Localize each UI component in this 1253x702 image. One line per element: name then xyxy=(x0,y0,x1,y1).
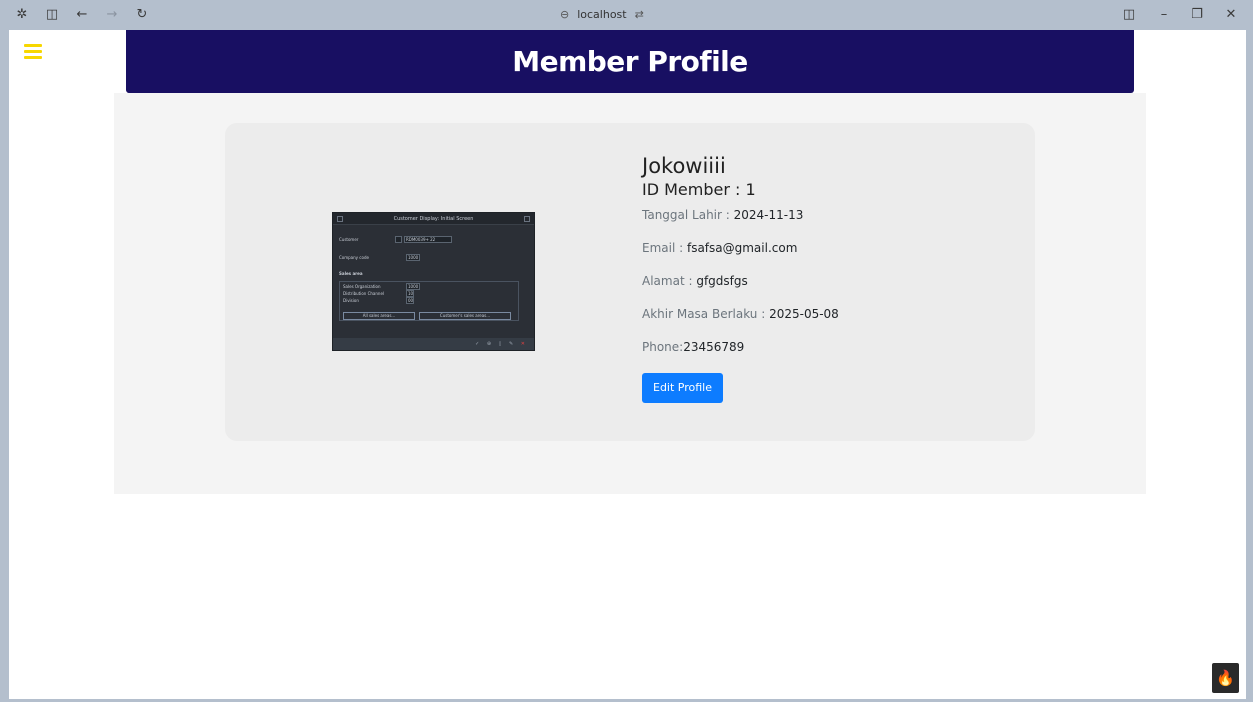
email-value: fsafsa@gmail.com xyxy=(686,241,798,255)
profile-photo: Customer Display: Initial Screen Custome… xyxy=(332,212,535,351)
edit-profile-button[interactable]: Edit Profile xyxy=(642,373,724,403)
photo-sales-org-value: 1000 xyxy=(406,283,420,290)
tune-icon[interactable]: ⇄ xyxy=(635,8,644,21)
page-viewport: Member Profile Customer Display: Initial… xyxy=(9,30,1246,699)
photo-customer-sales-button: Customer's sales areas... xyxy=(419,312,511,320)
photo-sales-org-label: Sales Organization xyxy=(343,284,381,289)
reload-icon[interactable]: ↻ xyxy=(133,6,151,24)
birthdate-value: 2024-11-13 xyxy=(733,208,804,222)
photo-dist-label: Distribution Channel xyxy=(343,291,385,296)
page-header: Member Profile xyxy=(126,30,1134,93)
email-row: Email : fsafsa@gmail.com xyxy=(642,240,1022,273)
photo-title: Customer Display: Initial Screen xyxy=(333,213,534,225)
photo-sales-area-label: Sales area xyxy=(339,271,363,276)
member-id: ID Member : 1 xyxy=(642,180,756,199)
back-arrow-icon[interactable]: ← xyxy=(73,6,91,24)
forward-arrow-icon[interactable]: → xyxy=(103,6,121,24)
photo-close-icon xyxy=(524,216,530,222)
address-value: gfgdsfgs xyxy=(696,274,748,288)
member-name: Jokowiiii xyxy=(642,154,726,178)
close-icon[interactable]: ✕ xyxy=(1222,6,1240,24)
photo-customer-label: Customer xyxy=(339,237,359,242)
content-area: Customer Display: Initial Screen Custome… xyxy=(114,93,1146,494)
expiry-row: Akhir Masa Berlaku : 2025-05-08 xyxy=(642,306,1022,339)
minimize-icon[interactable]: – xyxy=(1155,6,1173,24)
profile-info: Jokowiiii ID Member : 1 Tanggal Lahir : … xyxy=(642,153,1022,403)
split-view-icon[interactable]: ◫ xyxy=(1120,6,1138,24)
browser-toolbar: ✲ ◫ ← → ↻ ⊖ localhost ⇄ ◫ – ❐ ✕ xyxy=(0,0,1253,30)
photo-company-label: Company code xyxy=(339,255,369,260)
profile-card: Customer Display: Initial Screen Custome… xyxy=(225,123,1035,441)
birthdate-row: Tanggal Lahir : 2024-11-13 xyxy=(642,207,1022,240)
photo-division-value: 00 xyxy=(406,297,414,304)
email-label: Email : xyxy=(642,241,687,255)
phone-value: 23456789 xyxy=(683,340,745,354)
address-bar[interactable]: ⊖ localhost ⇄ xyxy=(560,7,644,23)
link-icon: ⊖ xyxy=(560,8,570,21)
address-label: Alamat : xyxy=(642,274,697,288)
photo-search-icon xyxy=(395,236,402,243)
restore-icon[interactable]: ❐ xyxy=(1188,6,1206,24)
expiry-label: Akhir Masa Berlaku : xyxy=(642,307,770,321)
birthdate-label: Tanggal Lahir : xyxy=(642,208,734,222)
photo-customer-value: RDM0039+ 22 xyxy=(404,236,452,243)
photo-dist-value: 10 xyxy=(406,290,414,297)
page-title: Member Profile xyxy=(512,45,748,78)
phone-label: Phone: xyxy=(642,340,684,354)
hamburger-menu-icon[interactable] xyxy=(24,44,42,59)
photo-company-value: 1000 xyxy=(406,254,420,261)
photo-all-sales-button: All sales areas... xyxy=(343,312,415,320)
address-row: Alamat : gfgdsfgs xyxy=(642,273,1022,306)
photo-division-label: Division xyxy=(343,298,359,303)
sidebar-toggle-icon[interactable]: ◫ xyxy=(43,6,61,24)
flame-icon[interactable]: 🔥 xyxy=(1212,663,1239,693)
photo-window-icon xyxy=(337,216,343,222)
butterfly-icon[interactable]: ✲ xyxy=(13,6,31,24)
expiry-value: 2025-05-08 xyxy=(769,307,839,321)
address-text: localhost xyxy=(577,8,627,21)
photo-footer: ✓ ⊕ ▯ ✎ ✕ xyxy=(333,338,534,350)
phone-row: Phone:23456789 xyxy=(642,339,1022,372)
